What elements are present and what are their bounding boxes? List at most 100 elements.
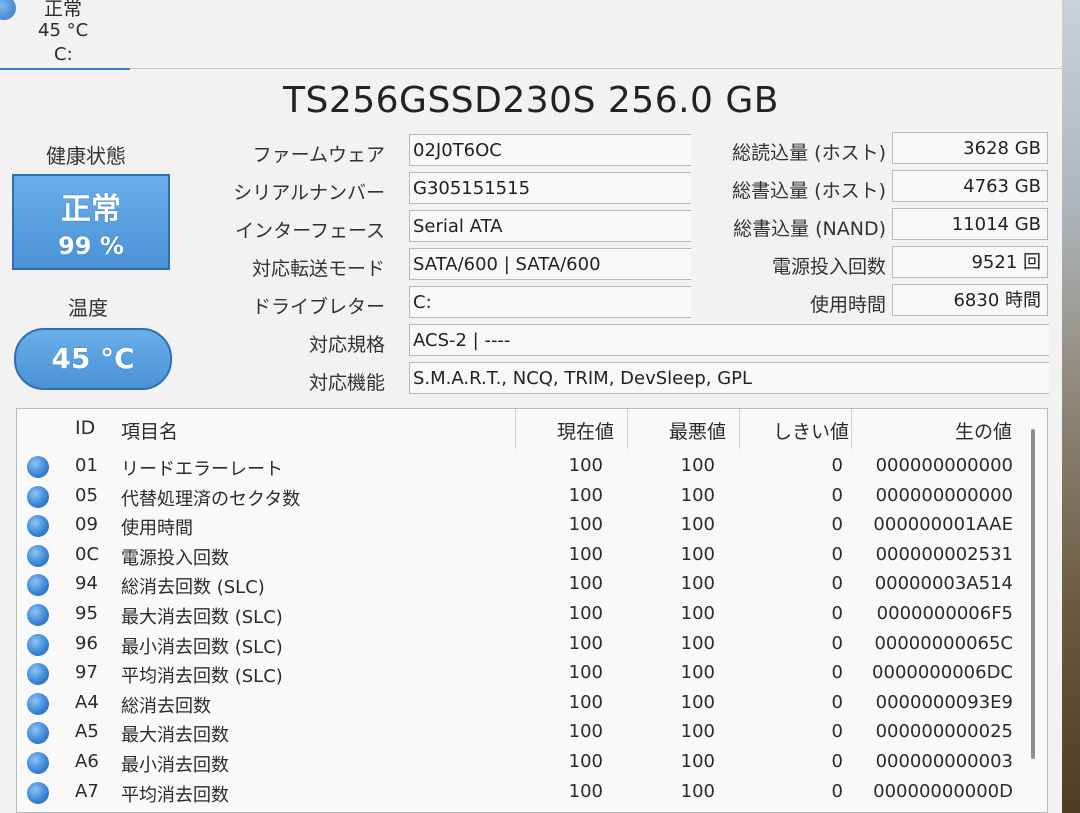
standard-label: 対応規格 — [308, 334, 385, 356]
cell-threshold: 0 — [831, 484, 843, 506]
drive-title: TS256GSSD230S 256.0 GB — [283, 80, 779, 121]
header-worst[interactable]: 最悪値 — [669, 417, 726, 444]
smart-row[interactable]: 01 リードエラーレート 100 100 0 000000000000 — [17, 451, 1033, 481]
firmware-value: 02J0T6OC — [409, 134, 691, 166]
transfer-mode-value: SATA/600 | SATA/600 — [409, 248, 691, 280]
cell-current: 100 — [568, 751, 603, 772]
cell-name: 平均消去回数 — [121, 784, 229, 806]
status-dot-icon — [27, 722, 49, 745]
smart-row[interactable]: A5 最大消去回数 100 100 0 000000000025 — [17, 717, 1033, 747]
drive-letter-label: ドライブレター — [251, 296, 385, 318]
smart-row[interactable]: 96 最小消去回数 (SLC) 100 100 0 00000000065C — [17, 629, 1033, 659]
cell-current: 100 — [568, 514, 603, 536]
smart-row[interactable]: 97 平均消去回数 (SLC) 100 100 0 0000000006DC — [17, 658, 1033, 688]
temperature-status-button[interactable]: 45 °C — [14, 328, 172, 390]
drive-tab-letter: C: — [54, 44, 73, 65]
cell-worst: 100 — [680, 455, 715, 476]
cell-name: 電源投入回数 — [121, 547, 229, 569]
host-reads-label: 総読込量 (ホスト) — [732, 142, 886, 164]
crystaldiskinfo-window: 正常 45 °C C: TS256GSSD230S 256.0 GB 健康状態 … — [0, 0, 1063, 813]
vertical-scrollbar[interactable] — [1031, 429, 1035, 759]
cell-worst: 100 — [680, 721, 715, 743]
cell-raw: 00000000000D — [873, 780, 1013, 802]
cell-threshold: 0 — [831, 603, 843, 624]
cell-raw: 000000000025 — [875, 721, 1013, 743]
desktop-background-edge — [1062, 0, 1080, 813]
host-writes-label: 総書込量 (ホスト) — [732, 180, 886, 202]
cell-raw: 000000002531 — [875, 543, 1013, 565]
host-writes-value: 4763 GB — [892, 170, 1048, 202]
drive-tab-underline — [0, 68, 130, 70]
firmware-label: ファームウェア — [252, 144, 385, 166]
interface-value: Serial ATA — [409, 210, 691, 242]
smart-row[interactable]: 09 使用時間 100 100 0 000000001AAE — [17, 510, 1033, 540]
smart-row[interactable]: A4 総消去回数 100 100 0 0000000093E9 — [17, 688, 1033, 718]
smart-row[interactable]: 05 代替処理済のセクタ数 100 100 0 000000000000 — [17, 481, 1033, 511]
power-on-count-value: 9521 回 — [892, 246, 1048, 278]
cell-name: 総消去回数 (SLC) — [121, 577, 265, 599]
header-raw[interactable]: 生の値 — [955, 417, 1012, 444]
health-status: 正常 — [61, 192, 121, 227]
cell-current: 100 — [568, 543, 603, 565]
cell-name: 代替処理済のセクタ数 — [121, 488, 301, 510]
cell-raw: 000000000000 — [875, 455, 1013, 476]
header-threshold[interactable]: しきい値 — [773, 417, 849, 444]
drive-tab-c[interactable]: 正常 45 °C C: — [0, 0, 130, 70]
cell-worst: 100 — [680, 484, 715, 506]
transfer-mode-label: 対応転送モード — [251, 258, 385, 280]
column-divider — [515, 409, 516, 449]
cell-id: A4 — [75, 691, 99, 713]
cell-worst: 100 — [680, 632, 715, 654]
cell-worst: 100 — [680, 751, 715, 772]
cell-threshold: 0 — [831, 751, 843, 772]
smart-row[interactable]: A6 最小消去回数 100 100 0 000000000003 — [17, 747, 1033, 777]
smart-row[interactable]: A7 平均消去回数 100 100 0 00000000000D — [17, 777, 1033, 807]
cell-id: 95 — [75, 603, 98, 624]
cell-threshold: 0 — [831, 662, 843, 684]
cell-current: 100 — [568, 721, 603, 743]
column-divider — [627, 409, 628, 449]
features-label: 対応機能 — [308, 372, 385, 394]
standard-value: ACS-2 | ---- — [409, 324, 1049, 356]
status-dot-icon — [27, 456, 49, 478]
header-name[interactable]: 項目名 — [121, 417, 178, 444]
cell-id: 01 — [75, 455, 98, 476]
cell-current: 100 — [568, 691, 603, 713]
cell-worst: 100 — [680, 780, 715, 802]
cell-id: A7 — [75, 780, 99, 802]
status-dot-icon — [27, 544, 49, 567]
smart-table[interactable]: ID 項目名 現在値 最悪値 しきい値 生の値 01 リードエラーレート 100 10… — [16, 408, 1048, 813]
temperature-label: 温度 — [68, 296, 108, 320]
cell-name: 最小消去回数 (SLC) — [121, 636, 283, 658]
serial-value: G305151515 — [409, 172, 691, 204]
cell-raw: 00000000065C — [874, 632, 1013, 654]
column-divider — [739, 409, 740, 449]
cell-raw: 000000001AAE — [873, 514, 1013, 536]
cell-threshold: 0 — [831, 543, 843, 565]
smart-row[interactable]: 94 総消去回数 (SLC) 100 100 0 00000003A514 — [17, 569, 1033, 599]
cell-worst: 100 — [680, 573, 715, 595]
nand-writes-value: 11014 GB — [892, 208, 1048, 240]
cell-raw: 00000003A514 — [874, 573, 1013, 595]
cell-threshold: 0 — [831, 691, 843, 713]
cell-raw: 000000000000 — [875, 484, 1013, 506]
header-id[interactable]: ID — [75, 417, 95, 439]
cell-name: リードエラーレート — [121, 459, 283, 480]
status-dot-icon — [27, 633, 49, 656]
status-dot-icon — [27, 663, 49, 686]
cell-worst: 100 — [680, 514, 715, 536]
cell-current: 100 — [568, 780, 603, 802]
cell-current: 100 — [568, 632, 603, 654]
serial-label: シリアルナンバー — [233, 182, 385, 204]
smart-row[interactable]: 95 最大消去回数 (SLC) 100 100 0 0000000006F5 — [17, 599, 1033, 629]
cell-id: 0C — [75, 543, 100, 565]
header-current[interactable]: 現在値 — [557, 417, 614, 444]
smart-row[interactable]: 0C 電源投入回数 100 100 0 000000002531 — [17, 540, 1033, 570]
health-status-button[interactable]: 正常 99 % — [12, 174, 170, 270]
cell-threshold: 0 — [831, 632, 843, 654]
cell-name: 最大消去回数 — [121, 725, 229, 747]
cell-name: 総消去回数 — [121, 695, 211, 717]
divider — [130, 68, 1062, 69]
host-reads-value: 3628 GB — [892, 132, 1048, 164]
cell-worst: 100 — [680, 543, 715, 565]
